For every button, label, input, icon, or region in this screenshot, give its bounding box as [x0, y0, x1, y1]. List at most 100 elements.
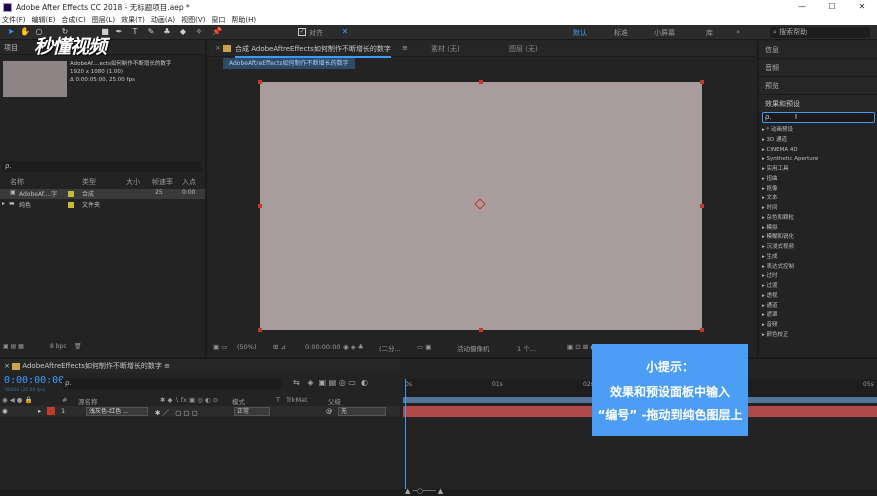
timeline-timecode[interactable]: 0:00:00:00 — [4, 375, 64, 386]
comp-canvas[interactable] — [209, 71, 755, 339]
align-checkbox[interactable]: ✓ — [298, 28, 306, 36]
region-icon[interactable]: ▭ ▣ — [417, 343, 431, 351]
workspace-small-screen[interactable]: 小屏幕 — [654, 28, 675, 38]
search-help-input[interactable]: ⌕ 搜索帮助 — [770, 27, 870, 38]
effects-category[interactable]: ▸ 文本 — [762, 194, 877, 204]
maximize-button[interactable]: ☐ — [817, 0, 847, 14]
menu-layer[interactable]: 图层(L) — [92, 15, 115, 25]
effects-search-input[interactable]: ρ. I — [762, 112, 875, 123]
solid-layer[interactable] — [258, 80, 704, 332]
effects-category[interactable]: ▸ 沉浸式视频 — [762, 243, 877, 253]
zoom-dropdown[interactable]: (50%) — [237, 343, 257, 351]
camera-dropdown[interactable]: 活动摄像机 — [457, 343, 490, 353]
effects-category[interactable]: ▸ 实用工具 — [762, 165, 877, 175]
transform-handle[interactable] — [479, 328, 483, 332]
blend-mode-dropdown[interactable]: 正常 — [234, 407, 270, 416]
col-trkmat[interactable]: TrkMat — [286, 396, 308, 404]
project-search-input[interactable]: ρ. — [2, 161, 202, 172]
timeline-tab[interactable]: × AdobeAftreEffects如何制作不断增长的数字 ≡ — [0, 359, 400, 373]
layer-label-color[interactable] — [47, 407, 55, 415]
col-parent[interactable]: 父级 — [328, 396, 341, 406]
transform-handle[interactable] — [700, 80, 704, 84]
label-color-swatch[interactable] — [68, 202, 74, 208]
effects-category[interactable]: ▸ 过时 — [762, 272, 877, 282]
col-type[interactable]: 类型 — [82, 177, 96, 187]
pen-tool-icon[interactable]: ✒ — [114, 27, 124, 37]
effects-category[interactable]: ▸ 遮罩 — [762, 311, 877, 321]
effects-panel-tab[interactable]: 效果和预设 — [759, 95, 877, 113]
viewer-timecode[interactable]: 0:00:00:00 — [305, 343, 341, 351]
transform-handle[interactable] — [700, 204, 704, 208]
text-tool-icon[interactable]: T — [130, 27, 140, 37]
close-tab-icon[interactable]: × — [215, 44, 221, 52]
anchor-point-icon[interactable] — [474, 198, 486, 210]
brush-tool-icon[interactable]: ✎ — [146, 27, 156, 37]
visibility-icon[interactable]: ◉ — [2, 407, 8, 415]
col-name[interactable]: 名称 — [10, 177, 24, 187]
parent-dropdown[interactable]: 无 — [338, 407, 386, 416]
snapshot-icon[interactable]: ◉ ◈ ♣ — [343, 343, 364, 351]
project-row-folder[interactable]: ▸ ▬ 纯色 文件夹 — [0, 200, 205, 210]
menu-animation[interactable]: 动画(A) — [151, 15, 175, 25]
eraser-tool-icon[interactable]: ◆ — [178, 27, 188, 37]
roto-tool-icon[interactable]: ✧ — [194, 27, 204, 37]
menu-help[interactable]: 帮助(H) — [231, 15, 256, 25]
effects-category[interactable]: ▸ 时间 — [762, 204, 877, 214]
effects-category[interactable]: ▸ 扭曲 — [762, 175, 877, 185]
menu-effect[interactable]: 效果(T) — [121, 15, 145, 25]
effects-category[interactable]: ▸ 透视 — [762, 292, 877, 302]
transform-handle[interactable] — [479, 80, 483, 84]
workspace-more-button[interactable]: » — [736, 28, 740, 36]
snap-icon[interactable]: ✕ — [340, 27, 350, 37]
effects-category[interactable]: ▸ 模糊和锐化 — [762, 233, 877, 243]
minimize-button[interactable]: — — [787, 0, 817, 14]
effects-category[interactable]: ▸ 表达式控制 — [762, 263, 877, 273]
audio-panel-tab[interactable]: 音频 — [759, 59, 877, 77]
info-panel-tab[interactable]: 信息 — [759, 41, 877, 59]
selection-tool-icon[interactable]: ➤ — [6, 27, 16, 37]
transform-handle[interactable] — [258, 80, 262, 84]
menu-composition[interactable]: 合成(C) — [61, 15, 85, 25]
effects-category[interactable]: ▸ 抠像 — [762, 185, 877, 195]
views-dropdown[interactable]: 1 个... — [517, 343, 536, 353]
preview-panel-tab[interactable]: 预览 — [759, 77, 877, 95]
effects-category[interactable]: ▸ Synthetic Aperture — [762, 155, 877, 165]
current-time-indicator[interactable] — [405, 379, 406, 489]
effects-category[interactable]: ▸ 颜色校正 — [762, 331, 877, 341]
expand-arrow-icon[interactable]: ▸ — [2, 200, 5, 207]
comp-breadcrumb[interactable]: AdobeAftreEffects如何制作不断增长的数字 — [223, 58, 355, 69]
effects-category[interactable]: ▸ 3D 通道 — [762, 136, 877, 146]
safe-areas-icon[interactable]: ⊞ ⊿ — [273, 343, 286, 351]
label-color-swatch[interactable] — [68, 191, 74, 197]
menu-window[interactable]: 窗口 — [211, 15, 225, 25]
tab-composition[interactable]: 合成 AdobeAftreEffects如何制作不断增长的数字 — [235, 44, 391, 58]
effects-category[interactable]: ▸ 过渡 — [762, 282, 877, 292]
timeline-layer-row[interactable]: ◉ ▸ 1 浅灰色-红色 ... ✱ ／ ▢ ▢ ▢ 正常 @ 无 — [0, 406, 400, 417]
menu-file[interactable]: 文件(F) — [2, 15, 26, 25]
workspace-default[interactable]: 默认 — [573, 28, 587, 38]
expand-arrow-icon[interactable]: ▸ — [38, 407, 41, 415]
menu-view[interactable]: 视图(V) — [181, 15, 205, 25]
effects-category[interactable]: ▸ CINEMA 4D — [762, 146, 877, 156]
interpret-footage-icon[interactable]: ▣ ▤ ▦ — [3, 343, 24, 350]
col-source-name[interactable]: 源名称 — [78, 396, 98, 406]
stamp-tool-icon[interactable]: ♣ — [162, 27, 172, 37]
pickwhip-icon[interactable]: @ — [326, 407, 333, 415]
close-tab-icon[interactable]: × — [4, 362, 12, 370]
bpc-button[interactable]: 8 bpc — [50, 343, 67, 350]
layer-name[interactable]: 浅灰色-红色 ... — [86, 407, 148, 416]
effects-category[interactable]: ▸ 杂色和颗粒 — [762, 214, 877, 224]
puppet-tool-icon[interactable]: 📌 — [212, 27, 222, 37]
transform-handle[interactable] — [258, 328, 262, 332]
close-button[interactable]: ✕ — [847, 0, 877, 14]
menu-edit[interactable]: 编辑(E) — [32, 15, 56, 25]
effects-category[interactable]: ▸ 通道 — [762, 302, 877, 312]
timeline-switches-icons[interactable]: ⇆ ◈ ▣ ▤ ◎ ▭ ◐ — [293, 378, 368, 387]
project-row-comp[interactable]: ▣ AdobeAf....字 合成 25 0:00 — [0, 189, 205, 199]
resolution-dropdown[interactable]: (二分... — [379, 343, 401, 353]
zoom-slider-icon[interactable]: ▲ ─○─── ▲ — [405, 487, 443, 495]
effects-category[interactable]: ▸ 音频 — [762, 321, 877, 331]
col-size[interactable]: 大小 — [126, 177, 140, 187]
col-in[interactable]: 入点 — [182, 177, 196, 187]
col-mode[interactable]: 模式 — [232, 396, 245, 406]
